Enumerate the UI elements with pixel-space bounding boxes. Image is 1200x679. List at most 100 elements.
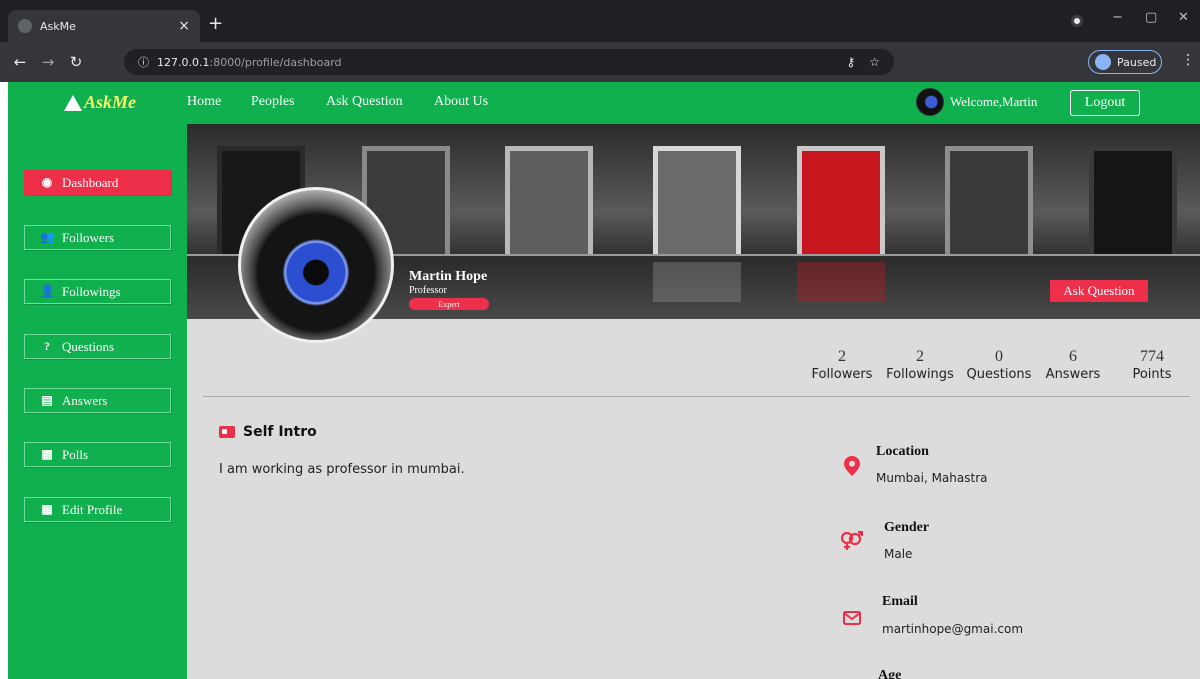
- stat-answers[interactable]: 6 Answers: [1043, 348, 1103, 382]
- profile-avatar-icon: [1095, 54, 1111, 70]
- welcome-text: Welcome,Martin: [950, 94, 1038, 109]
- site-info-icon[interactable]: ⓘ: [138, 54, 149, 70]
- browser-menu-icon[interactable]: ⋮: [1181, 52, 1195, 68]
- reload-icon[interactable]: ↻: [62, 53, 90, 71]
- age-title: Age: [878, 668, 902, 679]
- email-title: Email: [882, 594, 918, 609]
- banner-reflection: [653, 262, 741, 302]
- maximize-button[interactable]: ▢: [1145, 10, 1157, 25]
- gender-value: Male: [884, 547, 913, 561]
- url-path: :8000/profile/dashboard: [209, 55, 342, 69]
- edit-icon: ▦: [41, 502, 53, 516]
- nav-user[interactable]: Welcome,Martin: [916, 88, 1037, 116]
- sidebar-item-label: Answers: [62, 392, 108, 408]
- tab-title: AskMe: [40, 19, 76, 33]
- url-host: 127.0.0.1: [157, 55, 210, 69]
- location-value: Mumbai, Mahastra: [876, 471, 988, 485]
- location-title: Location: [876, 444, 929, 459]
- stat-label: Points: [1132, 367, 1172, 382]
- logo-triangle-icon: [64, 94, 82, 111]
- banner-door: [653, 146, 741, 254]
- ask-question-button[interactable]: Ask Question: [1050, 280, 1148, 302]
- gender-icon: [840, 531, 864, 551]
- sidebar-item-label: Dashboard: [62, 174, 119, 190]
- sidebar-item-label: Polls: [62, 446, 89, 462]
- users-icon: 👥: [40, 230, 55, 244]
- dashboard-icon: ◉: [41, 175, 53, 189]
- stat-value: 0: [995, 348, 1003, 365]
- minimize-button[interactable]: −: [1112, 10, 1123, 25]
- stat-value: 2: [916, 348, 924, 365]
- stat-label: Followers: [811, 367, 873, 382]
- self-intro-heading: Self Intro: [219, 424, 317, 440]
- sidebar-item-edit-profile[interactable]: ▦ Edit Profile: [24, 497, 171, 522]
- stat-label: Followings: [886, 367, 954, 382]
- close-window-button[interactable]: ✕: [1178, 10, 1189, 25]
- forward-arrow-icon[interactable]: →: [34, 53, 62, 71]
- profile-badge: Expert: [409, 298, 489, 310]
- browser-toolbar: ← → ↻ ⓘ 127.0.0.1 :8000/profile/dashboar…: [0, 42, 1200, 112]
- tab-close-icon[interactable]: ×: [178, 18, 190, 34]
- stat-label: Answers: [1045, 367, 1101, 382]
- stat-points[interactable]: 774 Points: [1126, 348, 1178, 382]
- sidebar-item-label: Followings: [62, 283, 121, 299]
- new-tab-button[interactable]: +: [208, 13, 223, 34]
- page-viewport: AskMe Home Peoples Ask Question About Us…: [8, 82, 1200, 679]
- user-avatar[interactable]: [916, 88, 944, 116]
- envelope-icon: [842, 608, 862, 628]
- sidebar: ◉ Dashboard 👥 Followers 👤 Followings ? Q…: [8, 124, 187, 679]
- id-card-icon: [219, 426, 235, 438]
- favicon-icon: [18, 19, 32, 33]
- question-icon: ?: [44, 339, 50, 353]
- sidebar-item-followings[interactable]: 👤 Followings: [24, 279, 171, 304]
- profile-paused-label: Paused: [1117, 55, 1157, 69]
- self-intro-title: Self Intro: [243, 424, 317, 440]
- profile-paused-button[interactable]: Paused: [1088, 50, 1162, 74]
- location-pin-icon: [842, 456, 862, 476]
- sidebar-item-answers[interactable]: ▤ Answers: [24, 388, 171, 413]
- banner-reflection: [797, 262, 885, 302]
- nav-link-peoples[interactable]: Peoples: [251, 94, 295, 110]
- gender-title: Gender: [884, 520, 930, 535]
- stat-label: Questions: [966, 367, 1032, 382]
- nav-link-about-us[interactable]: About Us: [434, 94, 488, 110]
- sidebar-item-label: Followers: [62, 229, 114, 245]
- stat-questions[interactable]: 0 Questions: [961, 348, 1037, 382]
- self-intro-text: I am working as professor in mumbai.: [219, 462, 465, 477]
- email-value: martinhope@gmai.com: [882, 622, 1024, 636]
- browser-tab[interactable]: AskMe ×: [8, 10, 200, 42]
- stats-divider: [203, 396, 1190, 397]
- profile-name: Martin Hope: [409, 269, 488, 284]
- banner-door-red: [797, 146, 885, 254]
- nav-link-home[interactable]: Home: [187, 94, 221, 110]
- sidebar-item-followers[interactable]: 👥 Followers: [24, 225, 171, 250]
- sidebar-item-questions[interactable]: ? Questions: [24, 334, 171, 359]
- stat-value: 774: [1140, 348, 1164, 365]
- address-bar[interactable]: ⓘ 127.0.0.1 :8000/profile/dashboard ⚷ ☆: [124, 49, 894, 75]
- stat-value: 2: [838, 348, 846, 365]
- chrome-profile-icon[interactable]: [1071, 15, 1083, 27]
- poll-icon: ▦: [41, 447, 53, 461]
- sidebar-item-polls[interactable]: ▦ Polls: [24, 442, 171, 467]
- nav-link-ask-question[interactable]: Ask Question: [326, 94, 403, 110]
- back-arrow-icon[interactable]: ←: [6, 53, 34, 71]
- banner-door: [945, 146, 1033, 254]
- key-icon[interactable]: ⚷: [846, 55, 855, 69]
- sidebar-item-dashboard[interactable]: ◉ Dashboard: [24, 170, 171, 195]
- bookmark-star-icon[interactable]: ☆: [869, 55, 880, 69]
- sidebar-item-label: Questions: [62, 338, 114, 354]
- banner-door: [1089, 146, 1177, 254]
- banner-door: [505, 146, 593, 254]
- site-logo[interactable]: AskMe: [64, 92, 136, 113]
- logout-button[interactable]: Logout: [1070, 90, 1140, 116]
- profile-role: Professor: [409, 285, 447, 296]
- user-check-icon: 👤: [40, 284, 55, 298]
- stat-followings[interactable]: 2 Followings: [880, 348, 960, 382]
- stat-value: 6: [1069, 348, 1077, 365]
- file-icon: ▤: [41, 393, 53, 407]
- profile-avatar: [238, 187, 394, 343]
- sidebar-item-label: Edit Profile: [62, 501, 123, 517]
- site-navbar: AskMe Home Peoples Ask Question About Us…: [8, 82, 1200, 124]
- stat-followers[interactable]: 2 Followers: [808, 348, 876, 382]
- logo-text: AskMe: [84, 92, 137, 112]
